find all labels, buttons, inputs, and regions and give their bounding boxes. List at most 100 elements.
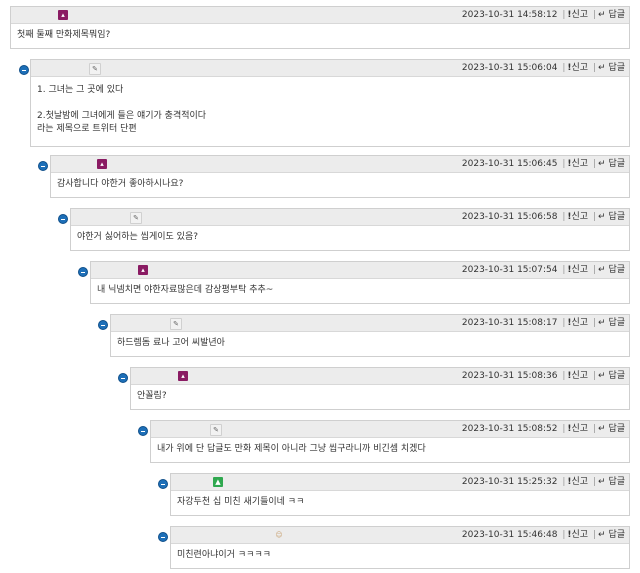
report-link[interactable]: 신고 — [572, 371, 589, 381]
user-avatar-icon[interactable]: ▴ — [178, 371, 188, 381]
comment-header: ▴ 2023-10-31 15:07:54 | !신고 | ↵ 답글 — [91, 262, 629, 279]
comment-text: 미친련아냐이거 ㅋㅋㅋㅋ — [177, 550, 271, 560]
comment-meta: 2023-10-31 15:46:48 | !신고 | ↵ 답글 — [462, 527, 625, 543]
report-link[interactable]: 신고 — [572, 212, 589, 222]
reply-link[interactable]: 답글 — [608, 212, 625, 222]
separator: | — [592, 265, 597, 275]
comment-meta: 2023-10-31 15:08:52 | !신고 | ↵ 답글 — [462, 421, 625, 437]
report-link[interactable]: 신고 — [572, 530, 589, 540]
report-link[interactable]: 신고 — [572, 265, 589, 275]
comment-box: ▲ 2023-10-31 15:25:32 | !신고 | ↵ 답글 자강두천 십 … — [170, 473, 630, 516]
user-avatar-icon[interactable]: ▲ — [213, 477, 223, 487]
user-avatar-icon[interactable]: ✎ — [170, 318, 182, 330]
comment-header: ▴ 2023-10-31 15:08:36 | !신고 | ↵ 답글 — [131, 368, 629, 385]
reply-icon: ↵ — [598, 159, 606, 169]
separator: | — [592, 63, 597, 73]
collapse-toggle-icon[interactable] — [98, 320, 108, 330]
collapse-toggle-icon[interactable] — [138, 426, 148, 436]
separator: | — [562, 477, 566, 487]
user-avatar-icon[interactable]: ▴ — [138, 265, 148, 275]
separator: | — [592, 371, 597, 381]
reply-link[interactable]: 답글 — [608, 371, 625, 381]
collapse-toggle-icon[interactable] — [38, 161, 48, 171]
comment-body: 미친련아냐이거 ㅋㅋㅋㅋ — [171, 544, 629, 567]
comment-text: 자강두천 십 미친 새기들이네 ㅋㅋ — [177, 497, 305, 507]
reply-icon: ↵ — [598, 477, 606, 487]
report-link[interactable]: 신고 — [572, 159, 589, 169]
user-avatar-icon[interactable]: ✎ — [130, 212, 142, 224]
comment-body: 1. 그녀는 그 곳에 있다 2.첫날밤에 그녀에게 들은 얘기가 충격적이다 … — [31, 77, 629, 141]
comment-text: 2.첫날밤에 그녀에게 들은 얘기가 충격적이다 — [37, 111, 207, 121]
timestamp: 2023-10-31 15:25:32 — [461, 477, 558, 487]
comment-body: 하드렘돔 료나 고어 씨발년아 — [111, 332, 629, 355]
comment-body: 내가 위에 단 답글도 만화 제목이 아니라 그냥 씹구라니까 비긴셈 치겠다 — [151, 438, 629, 461]
comment-box: ✎ 2023-10-31 15:08:17 | !신고 | ↵ 답글 하드렘돔 료나… — [110, 314, 630, 357]
report-link[interactable]: 신고 — [572, 10, 589, 20]
comment-box: ✎ 2023-10-31 15:08:52 | !신고 | ↵ 답글 내가 위에 단… — [150, 420, 630, 463]
timestamp: 2023-10-31 15:46:48 — [461, 530, 558, 540]
reply-link[interactable]: 답글 — [608, 159, 625, 169]
comment-box: ▴ 2023-10-31 15:08:36 | !신고 | ↵ 답글 안꼴림? — [130, 367, 630, 410]
comment-text: 내 닉넴치면 야한자료많은데 감상평부탁 추추~ — [97, 285, 274, 295]
separator: | — [562, 371, 566, 381]
comment-meta: 2023-10-31 15:07:54 | !신고 | ↵ 답글 — [462, 262, 625, 278]
report-link[interactable]: 신고 — [572, 318, 589, 328]
timestamp: 2023-10-31 15:08:36 — [461, 371, 558, 381]
separator: | — [562, 318, 566, 328]
collapse-toggle-icon[interactable] — [118, 373, 128, 383]
separator: | — [592, 159, 597, 169]
reply-link[interactable]: 답글 — [608, 63, 625, 73]
comment-header: ☺ 2023-10-31 15:46:48 | !신고 | ↵ 답글 — [171, 527, 629, 544]
comment-text: 내가 위에 단 답글도 만화 제목이 아니라 그냥 씹구라니까 비긴셈 치겠다 — [157, 444, 426, 454]
reply-icon: ↵ — [598, 424, 606, 434]
separator: | — [562, 424, 566, 434]
comment-text: 안꼴림? — [137, 391, 167, 401]
reply-icon: ↵ — [598, 318, 606, 328]
comment-meta: 2023-10-31 15:08:36 | !신고 | ↵ 답글 — [462, 368, 625, 384]
reply-icon: ↵ — [598, 530, 606, 540]
comment-header: ✎ 2023-10-31 15:08:17 | !신고 | ↵ 답글 — [111, 315, 629, 332]
separator: | — [592, 212, 597, 222]
separator: | — [562, 63, 566, 73]
timestamp: 2023-10-31 15:08:17 — [461, 318, 558, 328]
comment-box: ✎ 2023-10-31 15:06:04 | !신고 | ↵ 답글 1. 그녀는 … — [30, 59, 630, 147]
reply-link[interactable]: 답글 — [608, 318, 625, 328]
comment-body: 감사합니다 야한거 좋아하시나요? — [51, 173, 629, 196]
collapse-toggle-icon[interactable] — [58, 214, 68, 224]
comment-meta: 2023-10-31 15:06:04 | !신고 | ↵ 답글 — [462, 60, 625, 76]
separator: | — [592, 10, 597, 20]
comment-box: ▴ 2023-10-31 15:07:54 | !신고 | ↵ 답글 내 닉넴치면 … — [90, 261, 630, 304]
report-link[interactable]: 신고 — [572, 477, 589, 487]
reply-link[interactable]: 답글 — [608, 477, 625, 487]
reply-link[interactable]: 답글 — [608, 424, 625, 434]
separator: | — [562, 265, 566, 275]
user-avatar-icon[interactable]: ✎ — [89, 63, 101, 75]
comment-body: 안꼴림? — [131, 385, 629, 408]
user-avatar-icon[interactable]: ▴ — [58, 10, 68, 20]
comment-meta: 2023-10-31 15:06:58 | !신고 | ↵ 답글 — [462, 209, 625, 225]
user-avatar-icon[interactable]: ✎ — [210, 424, 222, 436]
user-avatar-icon[interactable]: ☺ — [274, 530, 284, 540]
reply-link[interactable]: 답글 — [608, 530, 625, 540]
timestamp: 2023-10-31 14:58:12 — [461, 10, 558, 20]
reply-icon: ↵ — [598, 10, 606, 20]
comment-body: 자강두천 십 미친 새기들이네 ㅋㅋ — [171, 491, 629, 514]
comment-meta: 2023-10-31 15:08:17 | !신고 | ↵ 답글 — [462, 315, 625, 331]
reply-icon: ↵ — [598, 371, 606, 381]
comment-box: ☺ 2023-10-31 15:46:48 | !신고 | ↵ 답글 미친련아냐이거… — [170, 526, 630, 569]
reply-link[interactable]: 답글 — [608, 10, 625, 20]
user-avatar-icon[interactable]: ▴ — [97, 159, 107, 169]
comment-header: ✎ 2023-10-31 15:06:58 | !신고 | ↵ 답글 — [71, 209, 629, 226]
collapse-toggle-icon[interactable] — [158, 532, 168, 542]
collapse-toggle-icon[interactable] — [158, 479, 168, 489]
collapse-toggle-icon[interactable] — [78, 267, 88, 277]
collapse-toggle-icon[interactable] — [19, 65, 29, 75]
report-link[interactable]: 신고 — [572, 63, 589, 73]
comment-header: ▴ 2023-10-31 14:58:12 | !신고 | ↵ 답글 — [11, 7, 629, 24]
comment-header: ▴ 2023-10-31 15:06:45 | !신고 | ↵ 답글 — [51, 156, 629, 173]
timestamp: 2023-10-31 15:07:54 — [461, 265, 558, 275]
reply-link[interactable]: 답글 — [608, 265, 625, 275]
comment-box: ▴ 2023-10-31 14:58:12 | !신고 | ↵ 답글 첫째 둘째 만… — [10, 6, 630, 49]
separator: | — [592, 530, 597, 540]
report-link[interactable]: 신고 — [572, 424, 589, 434]
